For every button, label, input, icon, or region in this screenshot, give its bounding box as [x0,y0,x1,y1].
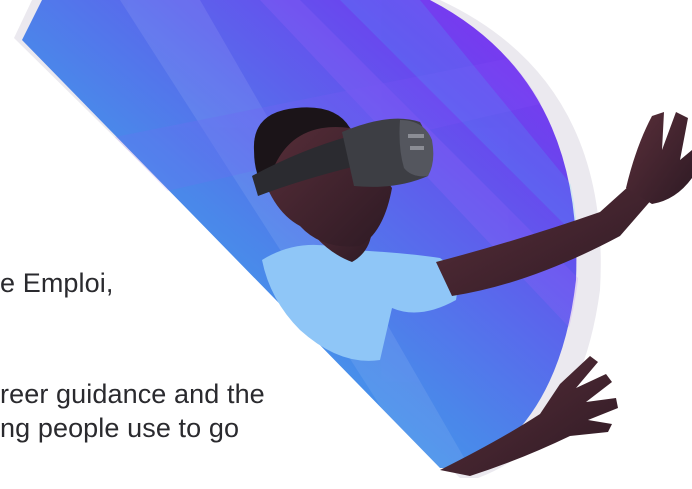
hero-graphic [14,0,692,478]
person-hand-upper [626,112,692,204]
hero-banner [0,0,692,489]
